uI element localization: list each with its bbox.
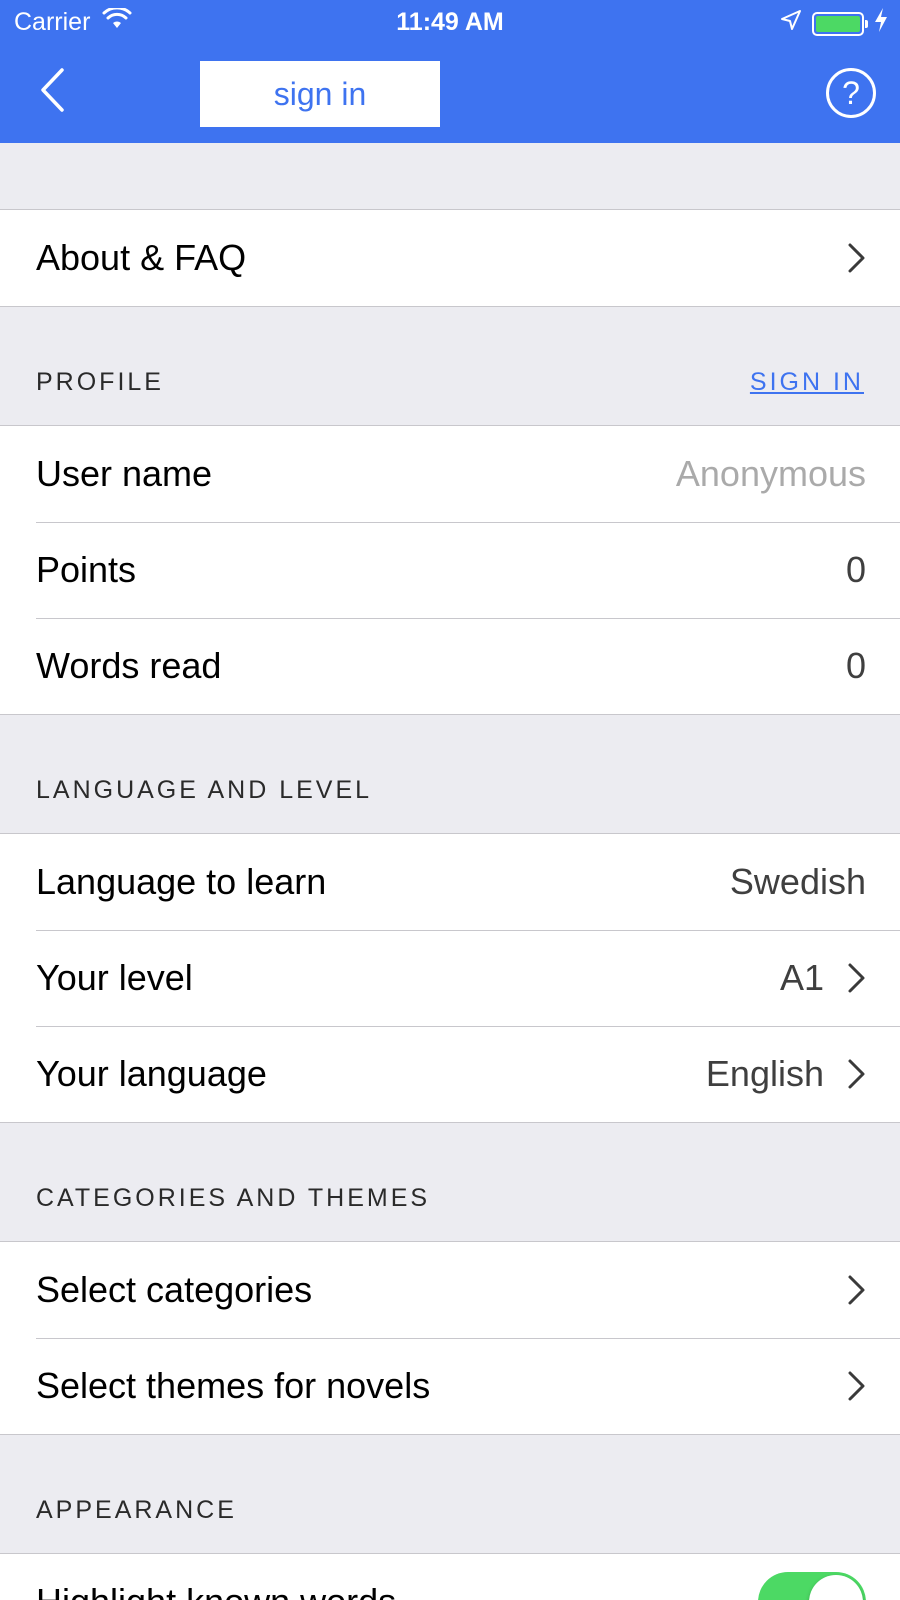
select-categories-row[interactable]: Select categories: [0, 1242, 900, 1338]
your-language-label: Your language: [36, 1053, 267, 1094]
about-group: About & FAQ: [0, 209, 900, 307]
toggle-knob: [809, 1575, 863, 1600]
chevron-right-icon: [846, 1370, 866, 1402]
battery-icon: [812, 11, 868, 36]
back-button[interactable]: [28, 66, 76, 118]
categories-section-header: CATEGORIES AND THEMES: [0, 1123, 900, 1241]
categories-group: Select categories Select themes for nove…: [0, 1241, 900, 1435]
appearance-section-header: APPEARANCE: [0, 1435, 900, 1553]
highlight-known-words-toggle[interactable]: [758, 1572, 866, 1600]
help-button[interactable]: ?: [826, 68, 876, 118]
about-faq-row[interactable]: About & FAQ: [0, 210, 900, 306]
highlight-known-words-row: Highlight known words: [0, 1554, 900, 1600]
navigation-bar: sign in ?: [0, 44, 900, 143]
settings-list: About & FAQ PROFILE SIGN IN User name An…: [0, 143, 900, 1600]
charging-bolt-icon: [874, 8, 888, 39]
words-read-value: 0: [845, 645, 866, 686]
appearance-group: Highlight known words: [0, 1553, 900, 1600]
user-name-row: User name Anonymous: [0, 426, 900, 522]
select-categories-label: Select categories: [36, 1269, 313, 1310]
select-themes-label: Select themes for novels: [36, 1365, 431, 1406]
language-section-header: LANGUAGE AND LEVEL: [0, 715, 900, 833]
language-to-learn-value: Swedish: [729, 861, 866, 902]
chevron-right-icon: [846, 1058, 866, 1090]
points-row: Points 0: [0, 522, 900, 618]
user-name-value: Anonymous: [675, 453, 866, 494]
chevron-left-icon: [39, 67, 65, 118]
sign-in-button[interactable]: sign in: [200, 61, 440, 127]
words-read-row: Words read 0: [0, 618, 900, 714]
highlight-known-words-label: Highlight known words: [36, 1581, 758, 1600]
categories-header: CATEGORIES AND THEMES: [36, 1184, 431, 1212]
question-mark-icon: ?: [842, 74, 860, 111]
your-level-value: A1: [779, 957, 824, 998]
profile-group: User name Anonymous Points 0 Words read …: [0, 425, 900, 715]
language-to-learn-row[interactable]: Language to learn Swedish: [0, 834, 900, 930]
location-arrow-icon: [780, 9, 802, 38]
chevron-right-icon: [846, 962, 866, 994]
chevron-right-icon: [846, 242, 866, 274]
status-time: 11:49 AM: [396, 8, 504, 36]
language-header: LANGUAGE AND LEVEL: [36, 776, 373, 804]
points-label: Points: [36, 549, 137, 590]
battery-level: [816, 15, 860, 32]
chevron-right-icon: [846, 1274, 866, 1306]
language-group: Language to learn Swedish Your level A1 …: [0, 833, 900, 1123]
points-value: 0: [845, 549, 866, 590]
words-read-label: Words read: [36, 645, 222, 686]
status-indicators: [780, 8, 888, 39]
your-language-value: English: [705, 1053, 824, 1094]
appearance-header: APPEARANCE: [36, 1496, 237, 1524]
status-bar: Carrier 11:49 AM: [0, 0, 900, 44]
profile-header: PROFILE: [36, 368, 164, 396]
about-faq-label: About & FAQ: [36, 237, 247, 278]
your-language-row[interactable]: Your language English: [0, 1026, 900, 1122]
your-level-row[interactable]: Your level A1: [0, 930, 900, 1026]
your-level-label: Your level: [36, 957, 193, 998]
select-themes-row[interactable]: Select themes for novels: [0, 1338, 900, 1434]
user-name-label: User name: [36, 453, 213, 494]
top-bar: Carrier 11:49 AM sign in ?: [0, 0, 900, 143]
profile-sign-in-link[interactable]: SIGN IN: [750, 368, 864, 397]
profile-section-header: PROFILE SIGN IN: [0, 307, 900, 425]
language-to-learn-label: Language to learn: [36, 861, 327, 902]
